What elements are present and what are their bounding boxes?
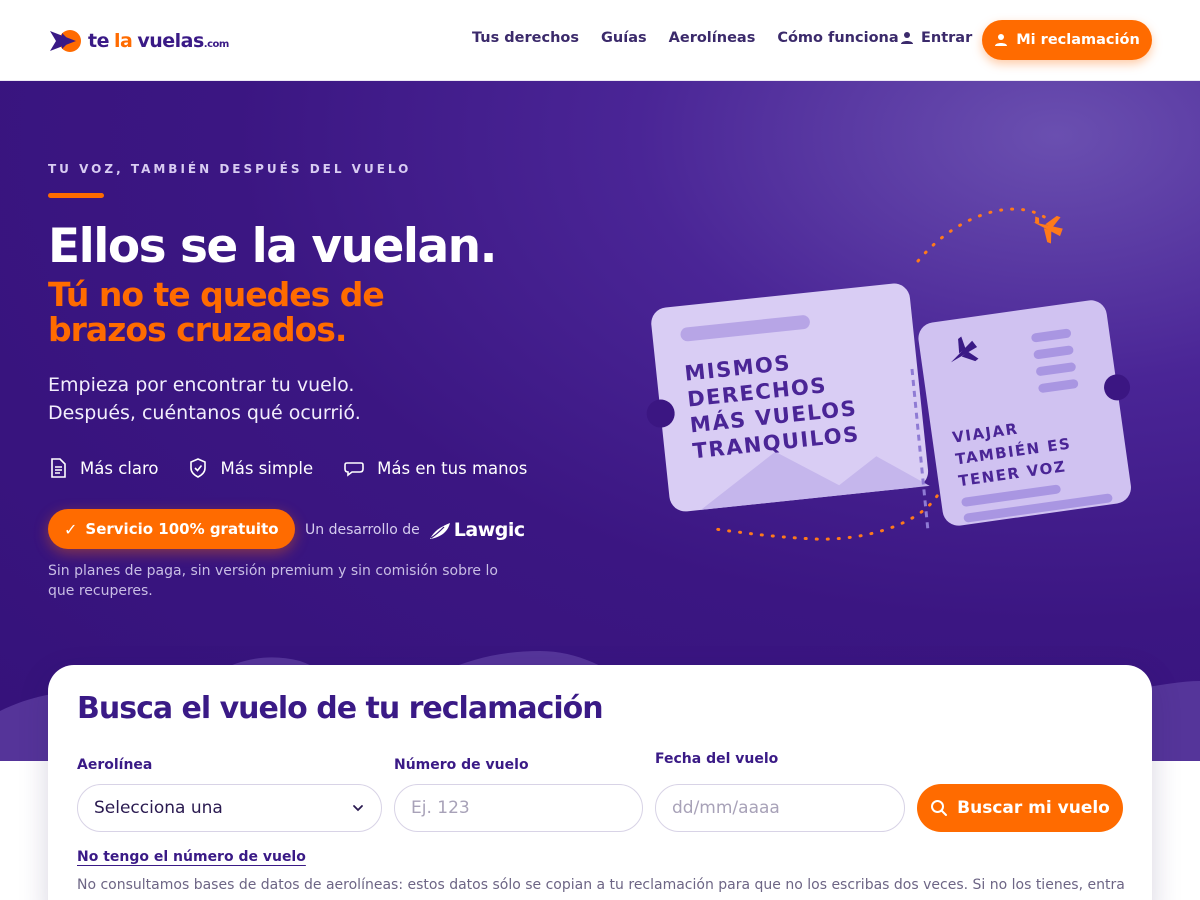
lawgic-name: Lawgic [453, 519, 525, 541]
search-flight-button[interactable]: Buscar mi vuelo [917, 784, 1123, 832]
nav-como-funciona[interactable]: Cómo funciona [777, 30, 898, 46]
feature-list: Más claro Más simple Más en tus manos [48, 457, 557, 479]
feature-label: Más claro [80, 458, 159, 478]
feature-label: Más simple [220, 458, 314, 478]
feature-item: Más claro [48, 457, 158, 479]
no-flight-number-link[interactable]: No tengo el número de vuelo [77, 849, 306, 865]
hero-section: TU VOZ, TAMBIÉN DESPUÉS DEL VUELO Ellos … [0, 81, 1200, 761]
hero-title: Ellos se la vuelan. [48, 219, 497, 274]
airline-select-value: Selecciona una [94, 798, 223, 818]
feature-item: Más en tus manos [343, 458, 527, 478]
shield-check-icon [190, 458, 207, 478]
search-icon [931, 800, 948, 816]
user-icon [901, 32, 913, 44]
airline-label: Aerolínea [77, 757, 153, 773]
main-nav: Tus derechos Guías Aerolíneas Cómo funci… [472, 30, 921, 46]
flight-date-placeholder: dd/mm/aaaa [672, 798, 780, 818]
flight-number-placeholder: Ej. 123 [411, 798, 470, 818]
hero-subtitle: Tú no te quedes de brazos cruzados. [48, 275, 385, 349]
user-icon [995, 34, 1008, 46]
kicker-accent-bar [48, 193, 104, 198]
flight-number-input[interactable]: Ej. 123 [394, 784, 643, 832]
nav-aerolineas[interactable]: Aerolíneas [669, 30, 756, 46]
document-icon [51, 458, 66, 478]
flight-number-label: Número de vuelo [394, 757, 529, 773]
search-title: Busca el vuelo de tu reclamación [77, 691, 604, 726]
my-claim-button[interactable]: Mi reclamación [982, 20, 1152, 60]
logo-text-te: te [88, 30, 109, 52]
tickets-illustration: MISMOS DERECHOS MÁS VUELOS TRANQUILOS VI… [646, 207, 1131, 541]
search-disclaimer: No consultamos bases de datos de aerolín… [77, 877, 1125, 893]
developer-credit: Un desarrollo de Lawgic [305, 519, 525, 541]
chevron-down-icon [353, 805, 363, 812]
lawgic-logo[interactable]: Lawgic [428, 519, 525, 541]
site-header: te la vuelas .com Tus derechos Guías Aer… [0, 0, 1200, 81]
free-service-label: Servicio 100% gratuito [85, 520, 279, 538]
logo-text-la: la [113, 30, 133, 52]
login-link[interactable]: Entrar [900, 30, 972, 46]
plane-logo-icon [48, 25, 88, 57]
feature-label: Más en tus manos [377, 458, 528, 478]
search-flight-label: Buscar mi vuelo [957, 798, 1110, 818]
nav-guias[interactable]: Guías [601, 30, 647, 46]
nav-tus-derechos[interactable]: Tus derechos [472, 30, 579, 46]
logo-text-vuelas: vuelas [137, 30, 204, 52]
hero-lead: Empieza por encontrar tu vuelo. Después,… [48, 371, 361, 427]
plane-icon [1033, 215, 1063, 244]
lawgic-leaf-icon [429, 523, 450, 539]
feature-item: Más simple [188, 457, 313, 479]
developer-credit-text: Un desarrollo de [305, 522, 420, 538]
hero-lead-line-2: Después, cuéntanos qué ocurrió. [48, 402, 361, 424]
logo-text-domain: .com [203, 39, 230, 50]
free-service-badge: ✓ Servicio 100% gratuito [48, 509, 295, 549]
hero-lead-line-1: Empieza por encontrar tu vuelo. [48, 374, 355, 396]
chat-bubble-icon [344, 462, 364, 477]
hero-kicker: TU VOZ, TAMBIÉN DESPUÉS DEL VUELO [48, 162, 412, 176]
login-label: Entrar [921, 30, 973, 46]
airline-select[interactable]: Selecciona una [77, 784, 382, 832]
flight-date-input[interactable]: dd/mm/aaaa [655, 784, 905, 832]
pricing-note: Sin planes de paga, sin versión premium … [48, 563, 498, 599]
my-claim-label: Mi reclamación [1016, 32, 1140, 48]
logo[interactable]: te la vuelas .com [48, 24, 229, 58]
check-icon: ✓ [64, 519, 78, 539]
flight-search-card: Busca el vuelo de tu reclamación Aerolín… [48, 665, 1152, 900]
flight-date-label: Fecha del vuelo [655, 751, 779, 767]
